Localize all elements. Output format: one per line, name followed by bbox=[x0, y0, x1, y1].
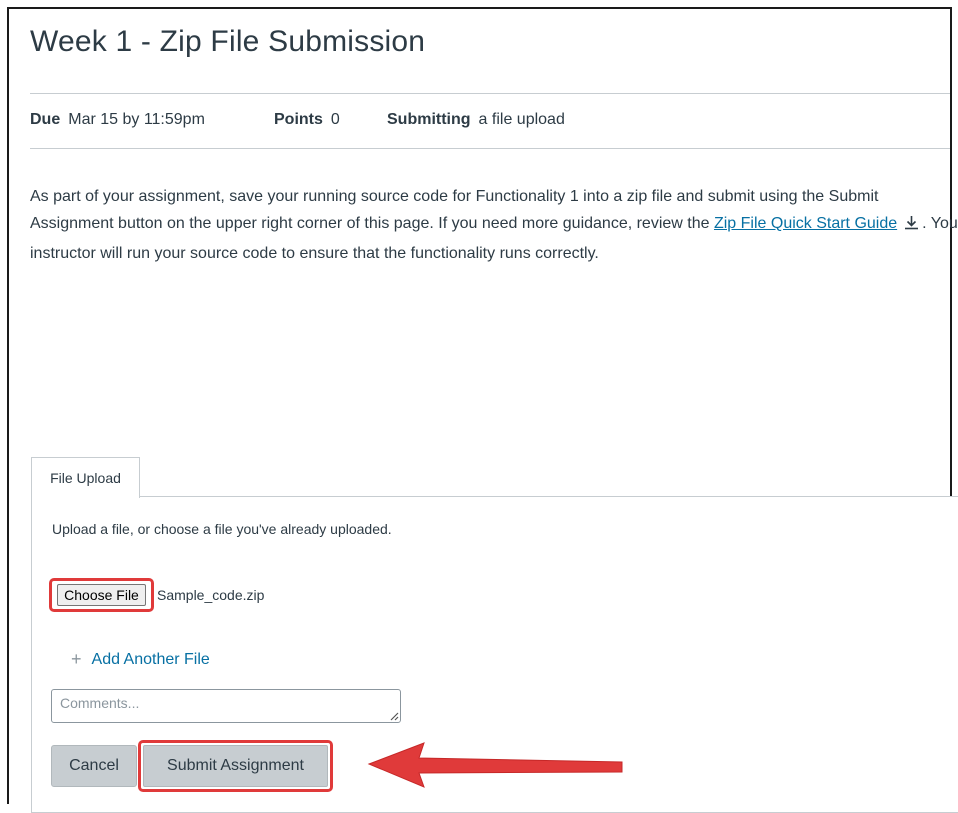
points-group: Points 0 bbox=[274, 111, 387, 129]
due-label: Due bbox=[30, 111, 61, 128]
choose-file-button[interactable]: Choose File bbox=[57, 584, 146, 606]
comments-field[interactable] bbox=[51, 689, 401, 723]
due-value: Mar 15 by 11:59pm bbox=[68, 111, 205, 128]
selected-file-name: Sample_code.zip bbox=[157, 587, 265, 603]
add-another-file-link[interactable]: + Add Another File bbox=[71, 649, 210, 670]
assignment-details: Due Mar 15 by 11:59pm Points 0 Submittin… bbox=[30, 111, 565, 129]
quick-start-guide-link[interactable]: Zip File Quick Start Guide bbox=[714, 215, 897, 232]
assignment-description: As part of your assignment, save your ru… bbox=[30, 183, 958, 267]
upload-instructions: Upload a file, or choose a file you've a… bbox=[52, 521, 392, 537]
submit-button-highlight: Submit Assignment bbox=[138, 740, 333, 792]
resize-grip-icon[interactable] bbox=[387, 709, 399, 721]
tab-file-upload[interactable]: File Upload bbox=[31, 457, 140, 498]
page-title: Week 1 - Zip File Submission bbox=[30, 25, 426, 58]
divider-top bbox=[30, 93, 950, 94]
submitting-label: Submitting bbox=[387, 111, 471, 128]
cancel-button[interactable]: Cancel bbox=[51, 745, 137, 787]
submitting-group: Submitting a file upload bbox=[387, 111, 565, 129]
assignment-page: Week 1 - Zip File Submission Due Mar 15 … bbox=[7, 7, 958, 813]
points-label: Points bbox=[274, 111, 323, 128]
due-group: Due Mar 15 by 11:59pm bbox=[30, 111, 274, 129]
red-arrow-annotation bbox=[367, 742, 623, 788]
submitting-value: a file upload bbox=[478, 111, 565, 128]
add-another-file-label: Add Another File bbox=[91, 650, 210, 668]
download-icon[interactable] bbox=[903, 213, 920, 240]
plus-icon: + bbox=[71, 649, 82, 669]
submit-assignment-button[interactable]: Submit Assignment bbox=[143, 745, 328, 787]
points-value: 0 bbox=[330, 111, 340, 128]
divider-bottom bbox=[30, 148, 950, 149]
choose-file-highlight: Choose File bbox=[49, 578, 154, 612]
